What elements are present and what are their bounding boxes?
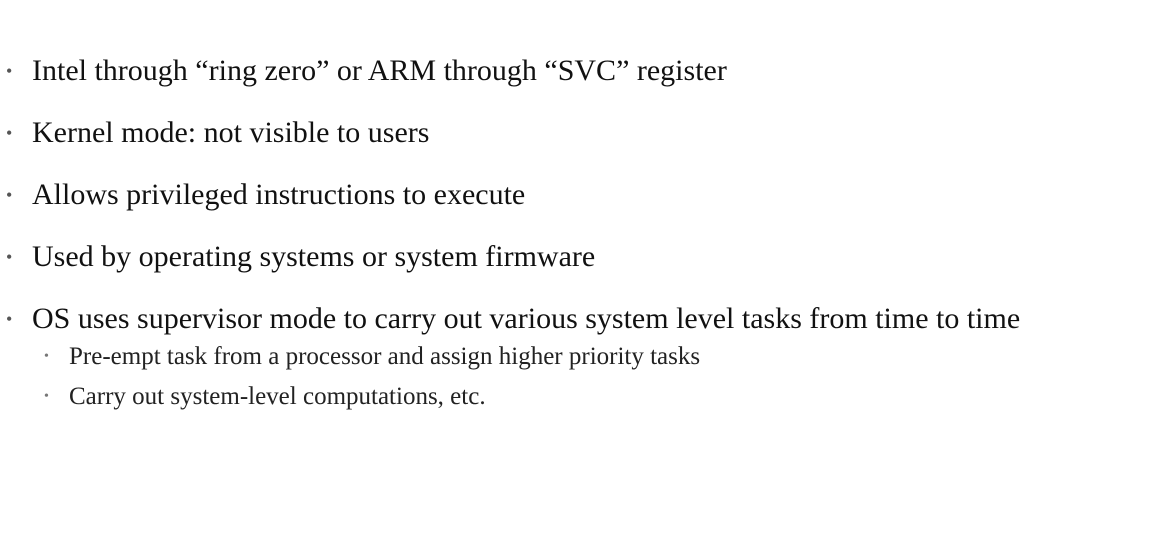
bullet-dot-icon: • xyxy=(6,247,13,267)
slide: • Intel through “ring zero” or ARM throu… xyxy=(0,0,1166,536)
bullet-item: • OS uses supervisor mode to carry out v… xyxy=(0,302,1160,412)
bullet-text: Allows privileged instructions to execut… xyxy=(32,178,526,211)
bullet-text: OS uses supervisor mode to carry out var… xyxy=(32,302,1021,335)
sub-bullet-item: • Carry out system-level computations, e… xyxy=(32,382,1160,412)
bullet-list: • Intel through “ring zero” or ARM throu… xyxy=(0,54,1160,440)
bullet-text: Kernel mode: not visible to users xyxy=(32,116,430,149)
sub-bullet-dot-icon: • xyxy=(44,349,49,364)
sub-bullet-dot-icon: • xyxy=(44,389,49,404)
bullet-dot-icon: • xyxy=(6,61,13,81)
bullet-dot-icon: • xyxy=(6,185,13,205)
bullet-item: • Kernel mode: not visible to users xyxy=(0,116,1160,150)
bullet-text: Used by operating systems or system firm… xyxy=(32,240,596,273)
sub-bullet-text: Carry out system-level computations, etc… xyxy=(69,383,486,410)
sub-bullet-text: Pre-empt task from a processor and assig… xyxy=(69,343,701,370)
bullet-dot-icon: • xyxy=(6,309,13,329)
bullet-dot-icon: • xyxy=(6,123,13,143)
bullet-item: • Allows privileged instructions to exec… xyxy=(0,178,1160,212)
sub-bullet-item: • Pre-empt task from a processor and ass… xyxy=(32,342,1160,372)
bullet-item: • Intel through “ring zero” or ARM throu… xyxy=(0,54,1160,88)
bullet-text: Intel through “ring zero” or ARM through… xyxy=(32,54,727,87)
bullet-item: • Used by operating systems or system fi… xyxy=(0,240,1160,274)
sub-bullet-list: • Pre-empt task from a processor and ass… xyxy=(32,342,1160,412)
